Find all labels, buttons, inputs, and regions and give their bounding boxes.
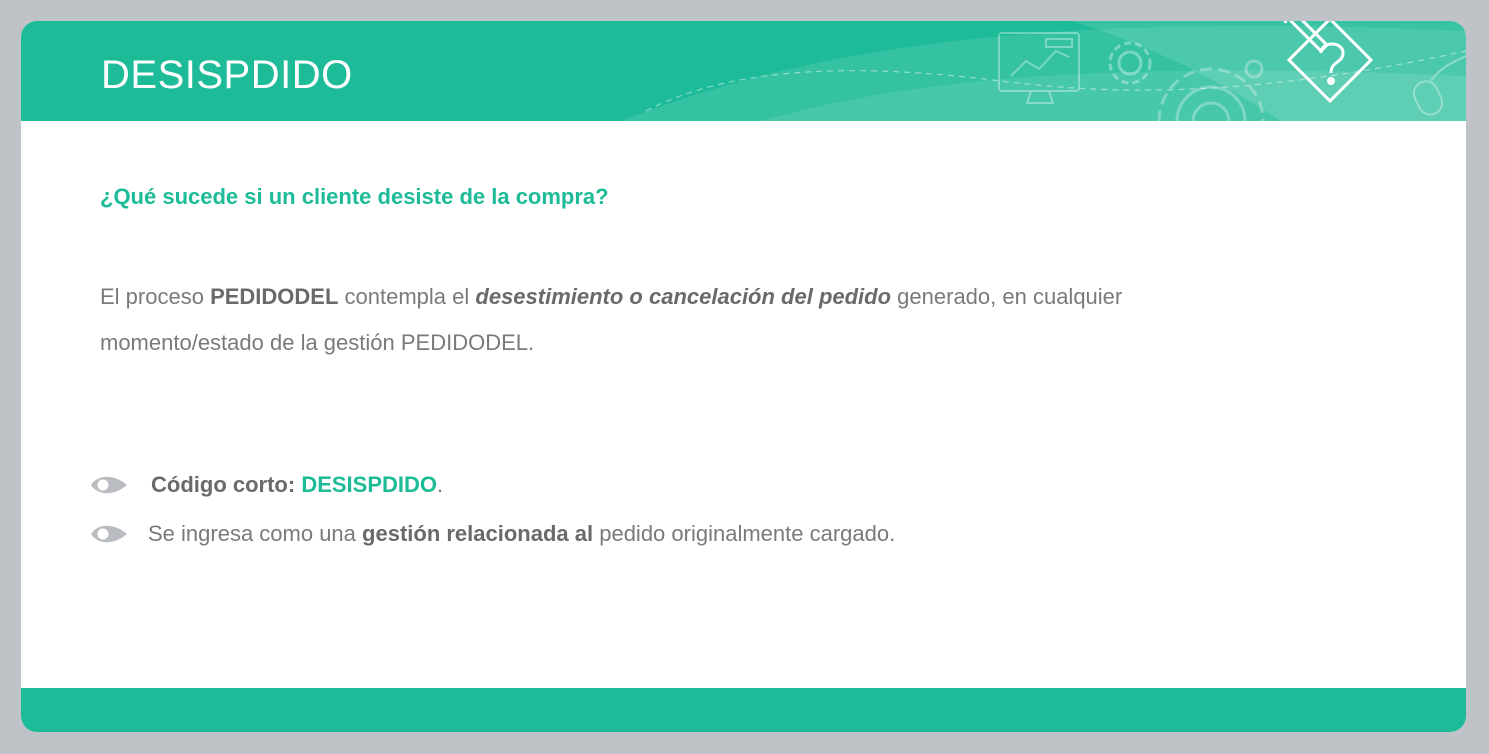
short-code-value: DESISPDIDO — [301, 472, 438, 497]
bullet-suffix: . — [437, 472, 444, 497]
paragraph-text: El proceso — [100, 284, 211, 309]
paragraph-text: contempla el — [338, 284, 476, 309]
process-name: PEDIDODEL — [210, 284, 339, 309]
bullet-emphasis: gestión relacionada al — [362, 521, 594, 546]
eye-bullet-icon — [91, 476, 127, 494]
bullet-item-short-code: Código corto: DESISPDIDO. — [89, 471, 443, 499]
eye-bullet-icon — [91, 525, 127, 543]
short-code-label: Código corto: — [151, 472, 302, 497]
bullet-text-part: Se ingresa como una — [148, 521, 363, 546]
header-bar: DESISPDIDO — [21, 21, 1466, 121]
footer-bar — [21, 688, 1466, 732]
bullet-text: Se ingresa como una gestión relacionada … — [148, 520, 895, 548]
question-heading: ¿Qué sucede si un cliente desiste de la … — [100, 184, 609, 209]
emphasis-text: desestimiento o cancelación del pedido — [475, 284, 892, 309]
slide: DESISPDIDO ¿Qué sucede si un cliente des… — [21, 21, 1466, 732]
bullet-text: Código corto: DESISPDIDO. — [151, 471, 443, 499]
bullet-text-part: pedido originalmente cargado. — [593, 521, 896, 546]
description-paragraph: El proceso PEDIDODEL contempla el desest… — [100, 274, 1280, 366]
slide-title: DESISPDIDO — [101, 53, 353, 97]
bullet-item-related-management: Se ingresa como una gestión relacionada … — [89, 520, 895, 548]
